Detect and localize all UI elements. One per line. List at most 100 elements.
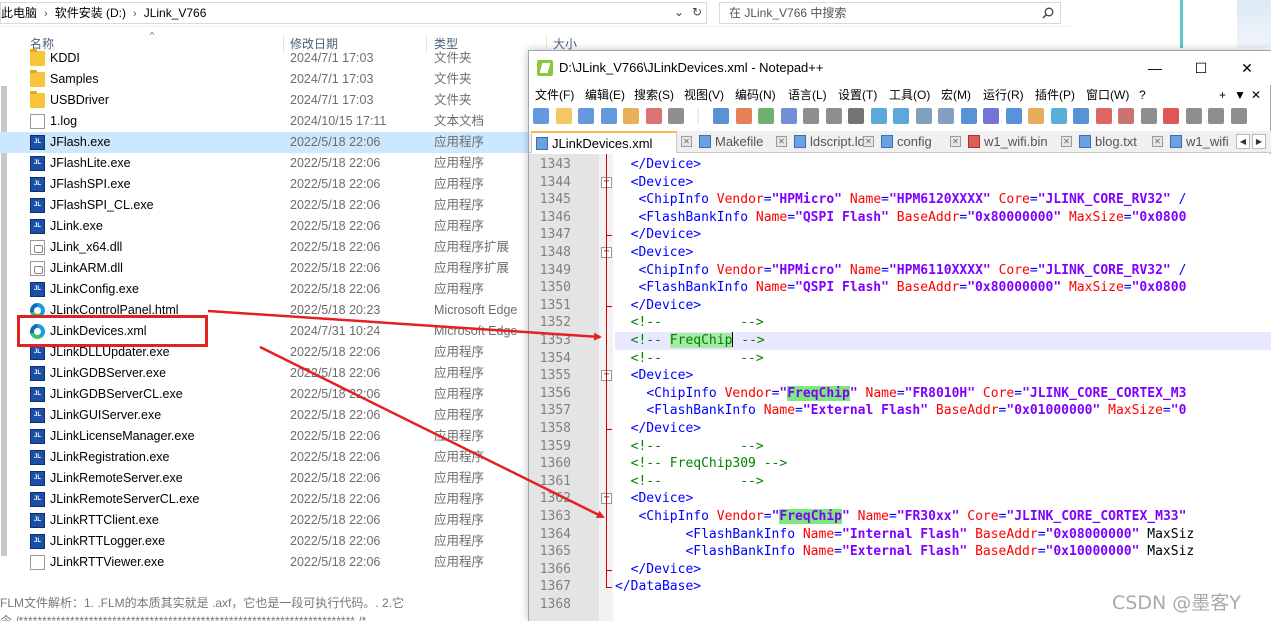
search-input[interactable]: 在 JLink_V766 中搜索 bbox=[719, 2, 1061, 24]
close-all-icon[interactable] bbox=[645, 108, 662, 124]
menu-encoding[interactable]: 编码(N) bbox=[735, 85, 776, 105]
code-line[interactable]: </Device> bbox=[615, 561, 1271, 579]
code-line[interactable]: <FlashBankInfo Name="QSPI Flash" BaseAdd… bbox=[615, 279, 1271, 297]
code-line[interactable]: <!-- --> bbox=[615, 438, 1271, 456]
replace-icon[interactable] bbox=[848, 108, 864, 124]
cut-icon[interactable] bbox=[713, 108, 729, 124]
file-row[interactable]: USBDriver 2024/7/1 17:03 文件夹 bbox=[0, 90, 540, 111]
code-line[interactable]: <FlashBankInfo Name="QSPI Flash" BaseAdd… bbox=[615, 209, 1271, 227]
file-row[interactable]: JL JLinkLicenseManager.exe 2022/5/18 22:06… bbox=[0, 426, 540, 447]
tab-close-icon[interactable]: ✕ bbox=[776, 136, 787, 147]
refresh-icon[interactable]: ↻ bbox=[688, 2, 706, 22]
function-list-icon[interactable] bbox=[1073, 108, 1089, 124]
menu-edit[interactable]: 编辑(E) bbox=[585, 85, 625, 105]
file-row[interactable]: JL JFlashLite.exe 2022/5/18 22:06 应用程序 bbox=[0, 153, 540, 174]
open-file-icon[interactable] bbox=[555, 108, 572, 124]
monitor-icon[interactable] bbox=[1118, 108, 1134, 124]
code-line[interactable]: <Device> bbox=[615, 174, 1271, 192]
menu-tools[interactable]: 工具(O) bbox=[889, 85, 930, 105]
dropdown-icon[interactable]: ▼ bbox=[1234, 85, 1246, 105]
code-line[interactable]: <!-- --> bbox=[615, 473, 1271, 491]
new-file-icon[interactable] bbox=[533, 108, 549, 124]
add-icon[interactable]: + bbox=[1219, 85, 1226, 105]
close-doc-icon[interactable]: ✕ bbox=[1251, 85, 1261, 105]
menu-plugins[interactable]: 插件(P) bbox=[1035, 85, 1075, 105]
run-macro-icon[interactable] bbox=[1208, 108, 1224, 124]
code-line[interactable]: </Device> bbox=[615, 226, 1271, 244]
save-all-icon[interactable] bbox=[600, 108, 617, 124]
file-row[interactable]: JLinkARM.dll 2022/5/18 22:06 应用程序扩展 bbox=[0, 258, 540, 279]
zoom-in-icon[interactable] bbox=[870, 108, 887, 124]
code-line[interactable]: <Device> bbox=[615, 490, 1271, 508]
save-macro-icon[interactable] bbox=[1230, 108, 1247, 124]
breadcrumb-drive-d[interactable]: 软件安装 (D:) bbox=[55, 3, 126, 23]
breadcrumb-jlink-folder[interactable]: JLink_V766 bbox=[144, 3, 207, 23]
file-row[interactable]: Samples 2024/7/1 17:03 文件夹 bbox=[0, 69, 540, 90]
file-row[interactable]: JL JLinkRegistration.exe 2022/5/18 22:06 应用… bbox=[0, 447, 540, 468]
close-button[interactable]: ✕ bbox=[1224, 51, 1270, 85]
tab-jlinkdevices-xml[interactable]: JLinkDevices.xml bbox=[531, 131, 677, 153]
tab-scroll-left-icon[interactable]: ◀ bbox=[1236, 134, 1250, 149]
udl-icon[interactable] bbox=[1028, 108, 1044, 124]
menu-help[interactable]: ? bbox=[1139, 85, 1146, 105]
code-line[interactable]: </Device> bbox=[615, 297, 1271, 315]
menu-settings[interactable]: 设置(T) bbox=[838, 85, 877, 105]
tab-close-icon[interactable]: ✕ bbox=[950, 136, 961, 147]
file-row[interactable]: KDDI 2024/7/1 17:03 文件夹 bbox=[0, 48, 540, 69]
file-row[interactable]: JL JLinkRemoteServerCL.exe 2022/5/18 22:06… bbox=[0, 489, 540, 510]
maximize-button[interactable]: ☐ bbox=[1178, 51, 1224, 85]
code-line[interactable]: <Device> bbox=[615, 367, 1271, 385]
sync-h-icon[interactable] bbox=[938, 108, 954, 124]
title-bar[interactable]: D:\JLink_V766\JLinkDevices.xml - Notepad… bbox=[529, 51, 1271, 85]
tab-blog-txt[interactable]: blog.txt bbox=[1075, 131, 1161, 153]
paste-icon[interactable] bbox=[758, 108, 774, 124]
file-row[interactable]: JL JFlashSPI_CL.exe 2022/5/18 22:06 应用程序 bbox=[0, 195, 540, 216]
file-row[interactable]: JL JLinkRTTLogger.exe 2022/5/18 22:06 应用程序 bbox=[0, 531, 540, 552]
redo-icon[interactable] bbox=[803, 108, 819, 124]
file-row[interactable]: JL JLink.exe 2022/5/18 22:06 应用程序 bbox=[0, 216, 540, 237]
file-row[interactable]: JL JLinkGDBServer.exe 2022/5/18 22:06 应用程序 bbox=[0, 363, 540, 384]
code-line[interactable]: </Device> bbox=[615, 156, 1271, 174]
find-icon[interactable] bbox=[825, 108, 842, 124]
tab-w1-wifi-bin[interactable]: w1_wifi.bin bbox=[964, 131, 1068, 153]
file-row[interactable]: JL JLinkConfig.exe 2022/5/18 22:06 应用程序 bbox=[0, 279, 540, 300]
minimize-button[interactable]: — bbox=[1132, 51, 1178, 85]
file-row[interactable]: JL JLinkRTTClient.exe 2022/5/18 22:06 应用程序 bbox=[0, 510, 540, 531]
breadcrumb-this-pc[interactable]: 此电脑 bbox=[1, 3, 37, 23]
file-row[interactable]: JL JLinkGUIServer.exe 2022/5/18 22:06 应用程序 bbox=[0, 405, 540, 426]
code-line[interactable]: <!-- --> bbox=[615, 314, 1271, 332]
code-line[interactable]: <Device> bbox=[615, 244, 1271, 262]
menu-view[interactable]: 视图(V) bbox=[684, 85, 724, 105]
file-row[interactable]: 1.log 2024/10/15 17:11 文本文档 bbox=[0, 111, 540, 132]
zoom-out-icon[interactable] bbox=[893, 108, 909, 124]
menu-window[interactable]: 窗口(W) bbox=[1086, 85, 1129, 105]
code-line[interactable]: <ChipInfo Vendor="HPMicro" Name="HPM6120… bbox=[615, 191, 1271, 209]
code-line[interactable]: <!-- FreqChip --> bbox=[615, 332, 1271, 350]
file-row[interactable]: JLinkRTTViewer.exe 2022/5/18 22:06 应用程序 bbox=[0, 552, 540, 573]
search-icon[interactable] bbox=[1042, 7, 1054, 19]
code-line[interactable]: <FlashBankInfo Name="External Flash" Bas… bbox=[615, 543, 1271, 561]
wrap-icon[interactable] bbox=[960, 108, 977, 124]
folder-workspace-icon[interactable] bbox=[1095, 108, 1112, 124]
tab-close-icon[interactable]: ✕ bbox=[1152, 136, 1163, 147]
code-line[interactable]: <FlashBankInfo Name="Internal Flash" Bas… bbox=[615, 526, 1271, 544]
stop-macro-icon[interactable] bbox=[1163, 108, 1179, 124]
file-row[interactable]: JL JLinkGDBServerCL.exe 2022/5/18 22:06 应用程… bbox=[0, 384, 540, 405]
file-row[interactable]: JLink_x64.dll 2022/5/18 22:06 应用程序扩展 bbox=[0, 237, 540, 258]
file-row[interactable]: JL JFlash.exe 2022/5/18 22:06 应用程序 bbox=[0, 132, 540, 153]
indent-guide-icon[interactable] bbox=[1005, 108, 1022, 124]
code-editor[interactable]: 1343 1344 1345 1346 1347 1348 1349 1350 1351 1352… bbox=[529, 154, 1271, 621]
print-icon[interactable] bbox=[668, 108, 684, 124]
copy-icon[interactable] bbox=[735, 108, 752, 124]
save-icon[interactable] bbox=[578, 108, 594, 124]
menu-language[interactable]: 语言(L) bbox=[788, 85, 827, 105]
menu-macro[interactable]: 宏(M) bbox=[941, 85, 971, 105]
undo-icon[interactable] bbox=[780, 108, 797, 124]
sync-v-icon[interactable] bbox=[915, 108, 932, 124]
code-line[interactable]: <ChipInfo Vendor="FreqChip" Name="FR8010… bbox=[615, 385, 1271, 403]
code-line[interactable]: <FlashBankInfo Name="External Flash" Bas… bbox=[615, 402, 1271, 420]
tab-w1-wifi[interactable]: w1_wifi. bbox=[1166, 131, 1230, 153]
play-macro-icon[interactable] bbox=[1185, 108, 1202, 124]
tab-scroll-right-icon[interactable]: ▶ bbox=[1252, 134, 1266, 149]
code-line[interactable]: <!-- --> bbox=[615, 350, 1271, 368]
